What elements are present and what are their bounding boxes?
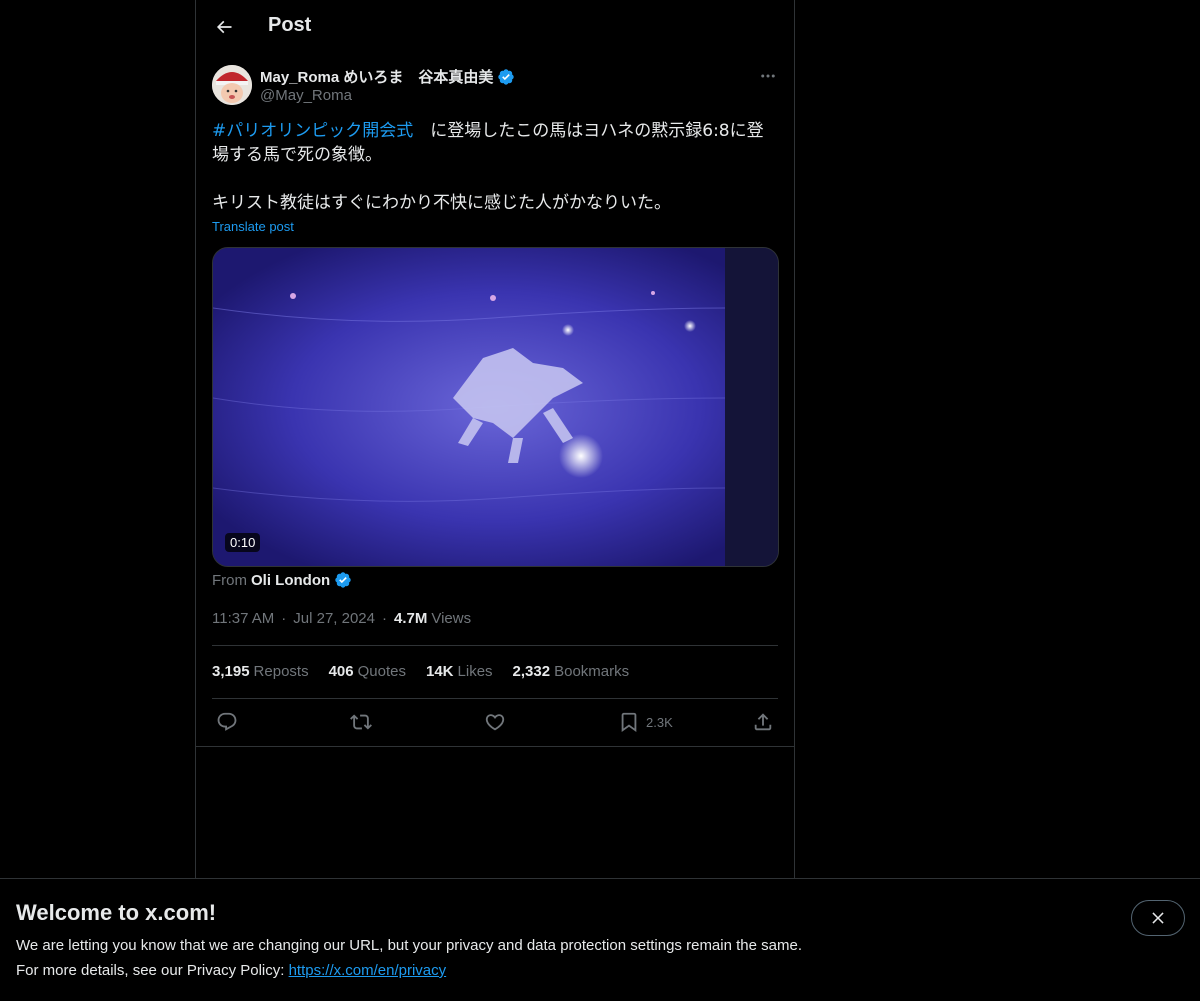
reply-icon <box>217 712 237 731</box>
author-display-name[interactable]: May_Roma めいろま 谷本真由美 <box>260 66 493 87</box>
verified-badge-icon <box>498 68 515 85</box>
source-user-name[interactable]: Oli London <box>251 572 330 589</box>
likes-stat[interactable]: 14K Likes <box>426 663 493 680</box>
share-icon <box>754 713 772 731</box>
from-label: From <box>212 571 247 589</box>
banner-message: We are letting you know that we are chan… <box>16 937 802 954</box>
divider <box>212 645 778 646</box>
reposts-stat[interactable]: 3,195 Reposts <box>212 663 309 680</box>
avatar-image <box>212 65 252 105</box>
divider <box>196 746 794 747</box>
more-options-button[interactable] <box>758 66 778 86</box>
video-duration: 0:10 <box>225 533 261 552</box>
translate-post-link[interactable]: Translate post <box>212 219 294 234</box>
video-player[interactable]: 0:10 <box>212 247 779 567</box>
page-title: Post <box>268 14 312 36</box>
post-date[interactable]: Jul 27, 2024 <box>293 610 375 627</box>
source-attribution: From Oli London <box>212 571 352 589</box>
like-button[interactable] <box>484 710 506 734</box>
avatar[interactable] <box>212 65 252 105</box>
author-handle[interactable]: @May_Roma <box>260 87 352 104</box>
banner-title: Welcome to x.com! <box>16 900 217 925</box>
views-label: Views <box>431 610 472 627</box>
bookmark-icon <box>621 712 637 733</box>
post-time[interactable]: 11:37 AM <box>212 610 274 627</box>
heart-icon <box>485 714 505 731</box>
repost-button[interactable] <box>350 710 372 734</box>
verified-badge-icon <box>335 572 351 588</box>
bookmark-count: 2.3K <box>646 714 673 730</box>
main-column: Post May_Roma めいろま 谷本真由美 @May_Roma #パリオリ… <box>195 0 795 880</box>
bookmark-button[interactable]: 2.3K <box>618 710 673 734</box>
arrow-left-icon <box>216 20 232 34</box>
reply-button[interactable] <box>216 710 238 734</box>
quotes-stat[interactable]: 406 Quotes <box>329 663 406 680</box>
video-thumbnail <box>213 248 778 566</box>
author-name-row[interactable]: May_Roma めいろま 谷本真由美 <box>260 66 515 87</box>
engagement-stats: 3,195 Reposts 406 Quotes 14K Likes 2,332 Boo… <box>212 663 649 680</box>
close-banner-button[interactable] <box>1131 900 1185 936</box>
hashtag-link[interactable]: #パリオリンピック開会式 <box>212 121 413 141</box>
close-icon <box>1152 912 1164 924</box>
post-text: #パリオリンピック開会式 に登場したこの馬はヨハネの黙示録6:8に登場する馬で死… <box>212 119 778 215</box>
post-header: Post <box>196 0 794 53</box>
views-count: 4.7M <box>394 610 428 627</box>
privacy-policy-link[interactable]: https://x.com/en/privacy <box>289 962 447 979</box>
bookmarks-stat[interactable]: 2,332 Bookmarks <box>513 663 630 680</box>
more-dots-icon <box>761 74 775 78</box>
welcome-banner: Welcome to x.com! We are letting you kno… <box>0 878 1200 1001</box>
divider <box>212 698 778 699</box>
back-button[interactable] <box>212 15 236 39</box>
share-button[interactable] <box>752 710 774 734</box>
banner-privacy-line: For more details, see our Privacy Policy… <box>16 962 447 979</box>
post-meta: 11:37 AM · Jul 27, 2024 · 4.7M Views <box>212 610 472 627</box>
repost-icon <box>350 714 372 730</box>
